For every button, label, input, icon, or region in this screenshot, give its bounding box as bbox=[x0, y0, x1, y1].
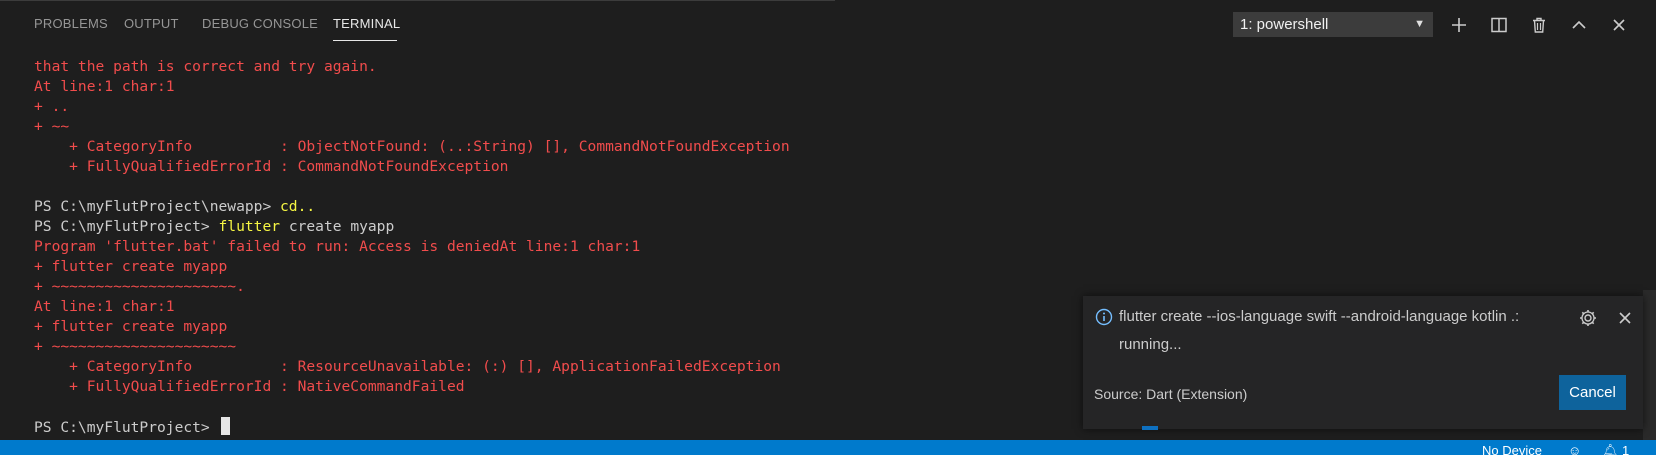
split-icon[interactable] bbox=[1487, 13, 1511, 37]
terminal-selector-value: 1: powershell bbox=[1240, 16, 1329, 33]
notification-source: Source: Dart (Extension) bbox=[1094, 386, 1248, 402]
active-tab-indicator bbox=[333, 40, 397, 41]
cancel-button[interactable]: Cancel bbox=[1559, 375, 1626, 410]
terminal-line: + ~~~~~~~~~~~~~~~~~~~~~. bbox=[34, 277, 790, 297]
scrollbar-track[interactable] bbox=[1643, 290, 1656, 440]
gear-icon[interactable] bbox=[1578, 308, 1598, 328]
terminal-line: At line:1 char:1 bbox=[34, 297, 790, 317]
chevron-up-icon[interactable] bbox=[1567, 13, 1591, 37]
terminal-line: + FullyQualifiedErrorId : NativeCommandF… bbox=[34, 377, 790, 397]
terminal-line: + .. bbox=[34, 97, 790, 117]
tab-problems[interactable]: PROBLEMS bbox=[34, 16, 108, 31]
terminal-text: + FullyQualifiedErrorId : NativeCommandF… bbox=[34, 378, 465, 395]
plus-icon[interactable] bbox=[1447, 13, 1471, 37]
terminal-text: Program 'flutter.bat' failed to run: Acc… bbox=[34, 238, 641, 255]
terminal-line: + ~~ bbox=[34, 117, 790, 137]
terminal-line: that the path is correct and try again. bbox=[34, 57, 790, 77]
notification-close-icon[interactable] bbox=[1615, 308, 1635, 328]
terminal-output[interactable]: that the path is correct and try again. A… bbox=[34, 57, 790, 437]
terminal-line: Program 'flutter.bat' failed to run: Acc… bbox=[34, 237, 790, 257]
terminal-text: At line:1 char:1 bbox=[34, 298, 175, 315]
terminal-text: + CategoryInfo : ResourceUnavailable: (:… bbox=[34, 358, 781, 375]
terminal-text: + ~~ bbox=[34, 118, 70, 135]
terminal-line: + FullyQualifiedErrorId : CommandNotFoun… bbox=[34, 157, 790, 177]
notification-toast: flutter create --ios-language swift --an… bbox=[1083, 296, 1643, 429]
terminal-panel: PROBLEMS OUTPUT DEBUG CONSOLE TERMINAL 1… bbox=[0, 0, 1656, 440]
terminal-line: + CategoryInfo : ObjectNotFound: (..:Str… bbox=[34, 137, 790, 157]
terminal-text: + .. bbox=[34, 98, 70, 115]
feedback-icon[interactable]: ☺ bbox=[1568, 443, 1581, 455]
status-bar: No Device ☺ 🔔︎ 1 bbox=[0, 440, 1656, 455]
tab-terminal[interactable]: TERMINAL bbox=[333, 16, 400, 31]
info-icon bbox=[1095, 308, 1113, 326]
terminal-text: + ~~~~~~~~~~~~~~~~~~~~~ bbox=[34, 338, 237, 355]
terminal-text: that the path is correct and try again. bbox=[34, 58, 377, 75]
terminal-selector-dropdown[interactable]: 1: powershell ▼ bbox=[1233, 12, 1433, 37]
terminal-line: PS C:\myFlutProject> flutter create myap… bbox=[34, 217, 790, 237]
chevron-down-icon: ▼ bbox=[1414, 18, 1425, 30]
terminal-text: PS C:\myFlutProject> bbox=[34, 419, 219, 436]
terminal-line: + ~~~~~~~~~~~~~~~~~~~~~ bbox=[34, 337, 790, 357]
terminal-text: flutter bbox=[218, 218, 281, 235]
terminal-cursor bbox=[220, 417, 230, 435]
terminal-text: + FullyQualifiedErrorId : CommandNotFoun… bbox=[34, 158, 509, 175]
trash-icon[interactable] bbox=[1527, 13, 1551, 37]
terminal-text: create myapp bbox=[280, 218, 395, 235]
terminal-line: PS C:\myFlutProject> bbox=[34, 417, 790, 437]
notifications-bell-icon[interactable]: 🔔︎ bbox=[1602, 443, 1619, 455]
terminal-line: At line:1 char:1 bbox=[34, 77, 790, 97]
terminal-text: + ~~~~~~~~~~~~~~~~~~~~~. bbox=[34, 278, 245, 295]
tab-debug-console[interactable]: DEBUG CONSOLE bbox=[202, 16, 318, 31]
progress-indicator bbox=[1142, 426, 1158, 430]
terminal-line: PS C:\myFlutProject\newapp> cd.. bbox=[34, 197, 790, 217]
terminal-text: PS C:\myFlutProject> bbox=[34, 218, 219, 235]
terminal-text: PS C:\myFlutProject\newapp> bbox=[34, 198, 281, 215]
close-icon[interactable] bbox=[1607, 13, 1631, 37]
terminal-line: + flutter create myapp bbox=[34, 317, 790, 337]
terminal-text: At line:1 char:1 bbox=[34, 78, 175, 95]
device-selector[interactable]: No Device bbox=[1482, 443, 1542, 455]
tab-output[interactable]: OUTPUT bbox=[124, 16, 179, 31]
terminal-text: + flutter create myapp bbox=[34, 258, 228, 275]
terminal-line: + flutter create myapp bbox=[34, 257, 790, 277]
terminal-line: + CategoryInfo : ResourceUnavailable: (:… bbox=[34, 357, 790, 377]
terminal-text: + CategoryInfo : ObjectNotFound: (..:Str… bbox=[34, 138, 790, 155]
notification-message: flutter create --ios-language swift --an… bbox=[1119, 308, 1520, 325]
terminal-text: + flutter create myapp bbox=[34, 318, 228, 335]
terminal-text: cd.. bbox=[280, 198, 316, 215]
notification-status: running... bbox=[1119, 336, 1182, 353]
notifications-count: 1 bbox=[1622, 443, 1630, 455]
